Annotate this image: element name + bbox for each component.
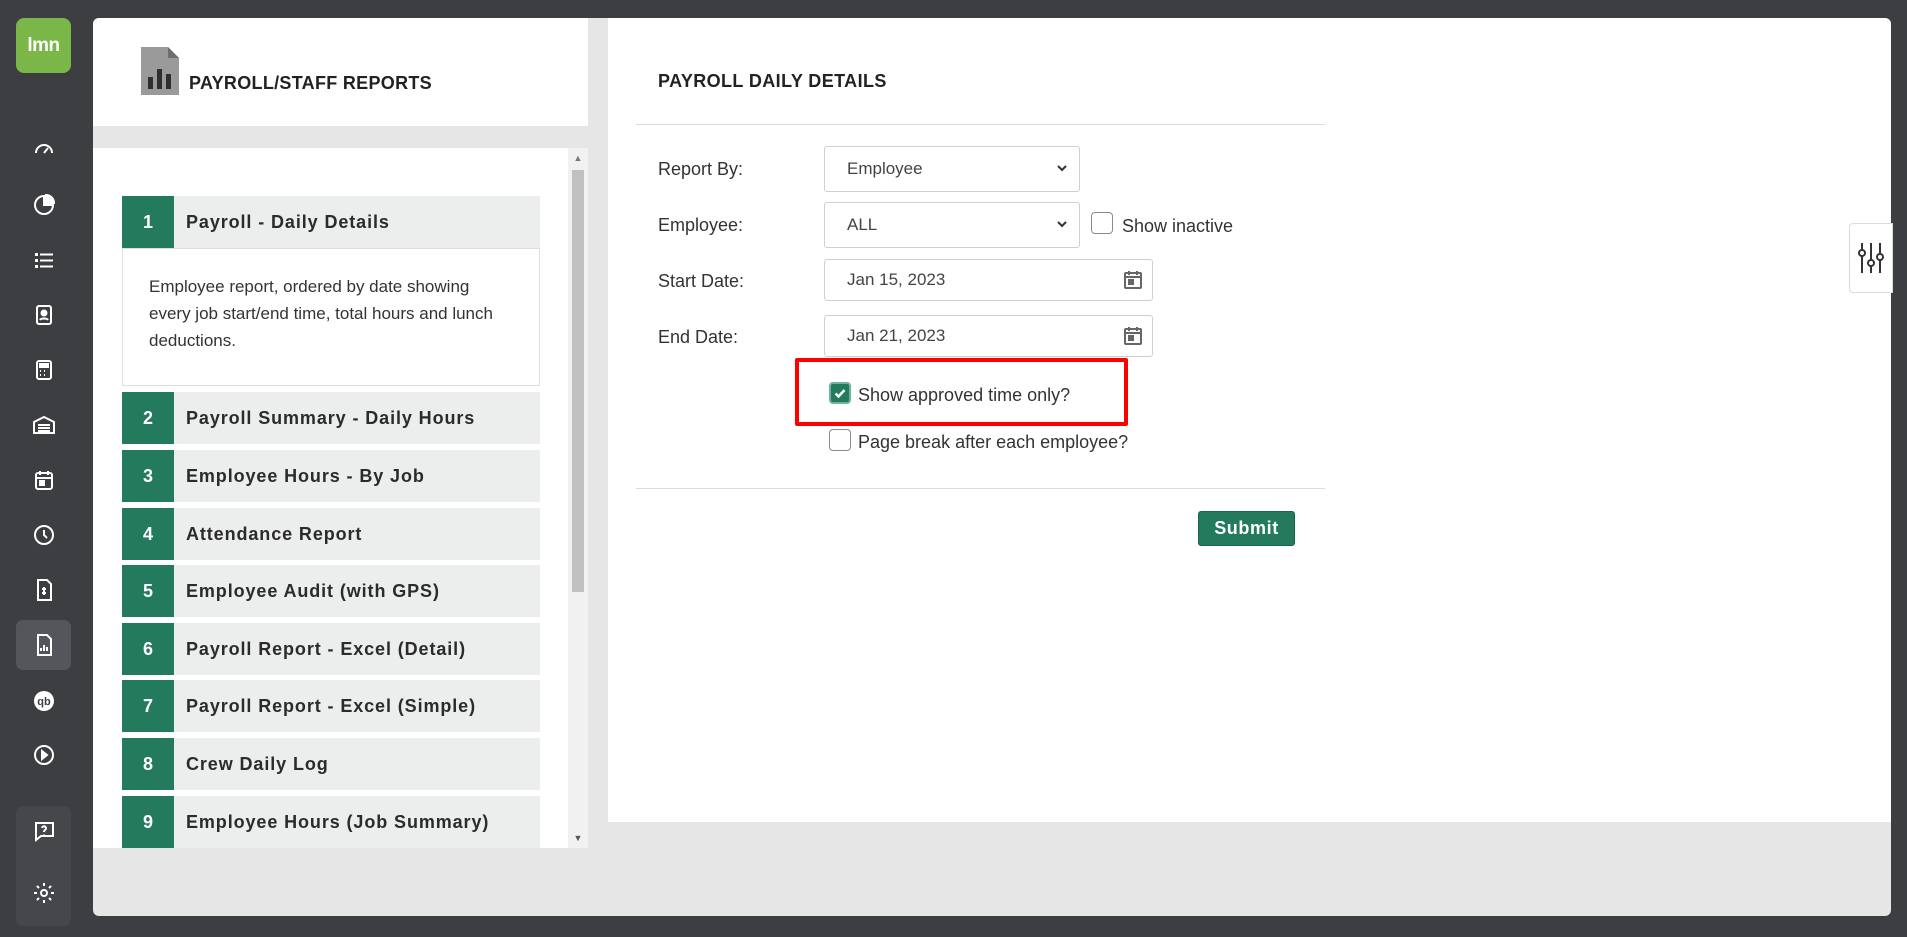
help-icon[interactable] — [16, 806, 71, 856]
report-label: Employee Hours (Job Summary) — [186, 811, 490, 832]
main-panel: PAYROLL/STAFF REPORTS 1 Payroll - Daily … — [93, 18, 1891, 916]
submit-button[interactable]: Submit — [1198, 511, 1295, 546]
lmn-logo[interactable]: lmn — [16, 18, 71, 73]
nav-bottom-group — [16, 806, 71, 926]
end-date-label: End Date: — [658, 327, 739, 347]
report-label: Payroll Summary - Daily Hours — [186, 407, 476, 428]
approved-time-label: Show approved time only? — [858, 385, 1071, 405]
report-document-icon — [141, 47, 179, 95]
side-nav: lmn qb — [0, 0, 86, 937]
reports-scrollbar[interactable]: ▲ ▼ — [568, 148, 588, 848]
report-number: 1 — [122, 196, 174, 248]
employee-value: ALL — [847, 215, 878, 234]
invoice-icon[interactable] — [16, 565, 71, 615]
approved-time-checkbox[interactable] — [829, 382, 851, 404]
gear-icon[interactable] — [16, 868, 71, 918]
divider — [636, 488, 1325, 489]
warehouse-icon[interactable] — [16, 400, 71, 450]
report-by-value: Employee — [847, 159, 923, 178]
reports-panel-header: PAYROLL/STAFF REPORTS — [93, 18, 588, 126]
report-number: 6 — [122, 623, 174, 675]
report-label: Attendance Report — [186, 523, 363, 544]
quickbooks-icon[interactable]: qb — [16, 676, 71, 726]
report-icon[interactable] — [16, 620, 71, 670]
report-number: 8 — [122, 738, 174, 790]
start-date-value: Jan 15, 2023 — [847, 270, 946, 289]
report-form-panel: PAYROLL DAILY DETAILS Report By: Employe… — [608, 18, 1891, 822]
employee-label: Employee: — [658, 215, 744, 235]
play-icon[interactable] — [16, 730, 71, 780]
report-item-1[interactable]: 1 Payroll - Daily Details — [122, 196, 540, 248]
form-title: PAYROLL DAILY DETAILS — [658, 71, 887, 91]
report-item-4[interactable]: 4 Attendance Report — [122, 508, 540, 560]
report-number: 5 — [122, 565, 174, 617]
pie-chart-icon[interactable] — [16, 180, 71, 230]
report-label: Payroll - Daily Details — [186, 211, 390, 232]
reports-panel-title: PAYROLL/STAFF REPORTS — [189, 73, 432, 93]
dashboard-icon[interactable] — [16, 124, 71, 174]
report-label: Crew Daily Log — [186, 753, 329, 774]
filter-settings-tab[interactable] — [1849, 223, 1893, 293]
report-label: Payroll Report - Excel (Simple) — [186, 695, 476, 716]
svg-text:qb: qb — [37, 696, 51, 708]
report-item-8[interactable]: 8 Crew Daily Log — [122, 738, 540, 790]
chevron-down-icon — [1057, 165, 1067, 172]
report-number: 2 — [122, 392, 174, 444]
report-label: Employee Hours - By Job — [186, 465, 425, 486]
page-break-label: Page break after each employee? — [858, 432, 1129, 452]
sliders-icon — [1858, 243, 1884, 273]
scroll-down-arrow-icon[interactable]: ▼ — [572, 832, 584, 844]
checkmark-icon — [834, 389, 846, 399]
divider — [636, 124, 1325, 125]
report-description: Employee report, ordered by date showing… — [122, 248, 540, 386]
report-item-2[interactable]: 2 Payroll Summary - Daily Hours — [122, 392, 540, 444]
show-inactive-label: Show inactive — [1122, 216, 1234, 236]
calculator-icon[interactable] — [16, 345, 71, 395]
contact-card-icon[interactable] — [16, 290, 71, 340]
report-label: Payroll Report - Excel (Detail) — [186, 638, 466, 659]
reports-list: 1 Payroll - Daily Details Employee repor… — [93, 148, 588, 848]
divider — [93, 126, 588, 148]
employee-select[interactable]: ALL — [824, 202, 1080, 248]
page-break-checkbox[interactable] — [829, 429, 851, 451]
report-item-7[interactable]: 7 Payroll Report - Excel (Simple) — [122, 680, 540, 732]
calendar-icon[interactable] — [1122, 269, 1144, 291]
calendar-icon[interactable] — [1122, 325, 1144, 347]
scroll-up-arrow-icon[interactable]: ▲ — [572, 152, 584, 164]
show-inactive-checkbox[interactable] — [1091, 212, 1113, 234]
report-number: 9 — [122, 796, 174, 848]
end-date-value: Jan 21, 2023 — [847, 326, 946, 345]
report-item-3[interactable]: 3 Employee Hours - By Job — [122, 450, 540, 502]
calendar-icon[interactable] — [16, 455, 71, 505]
report-number: 3 — [122, 450, 174, 502]
report-item-6[interactable]: 6 Payroll Report - Excel (Detail) — [122, 623, 540, 675]
end-date-input[interactable]: Jan 21, 2023 — [824, 315, 1153, 357]
scroll-thumb[interactable] — [572, 170, 584, 592]
report-number: 7 — [122, 680, 174, 732]
chevron-down-icon — [1057, 221, 1067, 228]
report-label: Employee Audit (with GPS) — [186, 580, 440, 601]
report-by-label: Report By: — [658, 159, 744, 179]
report-by-select[interactable]: Employee — [824, 146, 1080, 192]
list-icon[interactable] — [16, 235, 71, 285]
report-item-9[interactable]: 9 Employee Hours (Job Summary) — [122, 796, 540, 848]
report-number: 4 — [122, 508, 174, 560]
clock-icon[interactable] — [16, 510, 71, 560]
start-date-input[interactable]: Jan 15, 2023 — [824, 259, 1153, 301]
start-date-label: Start Date: — [658, 271, 745, 291]
report-item-5[interactable]: 5 Employee Audit (with GPS) — [122, 565, 540, 617]
